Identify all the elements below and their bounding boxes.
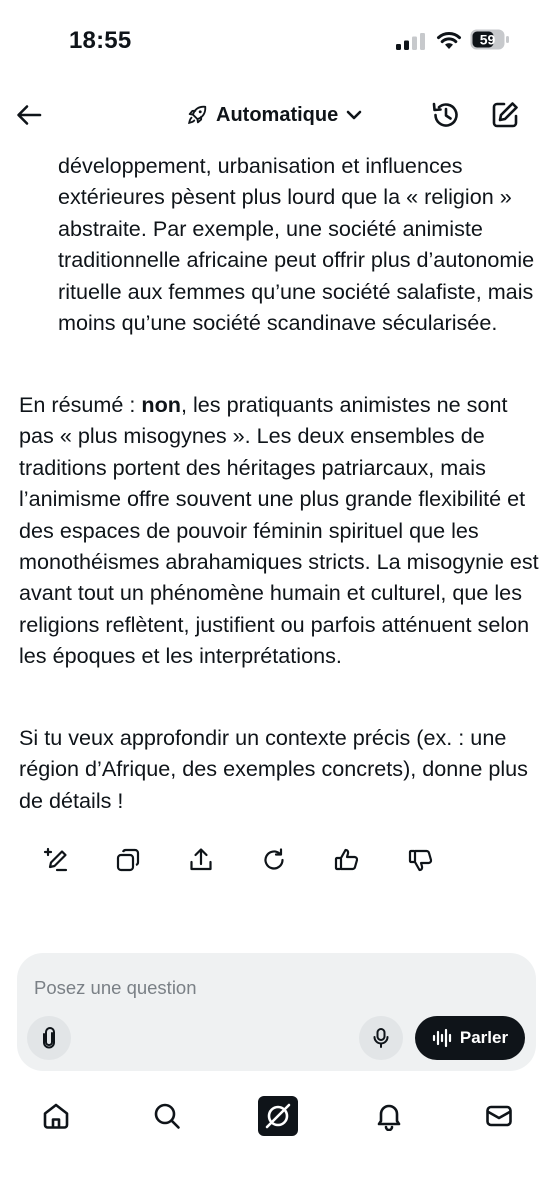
thumbs-up-button[interactable] [331,844,363,876]
summary-rest: , les pratiquants animistes ne sont pas … [19,392,539,669]
nav-home[interactable] [36,1096,76,1136]
thumbs-down-button[interactable] [405,844,437,876]
battery-icon: 59 [470,29,509,50]
paperclip-icon [43,1027,55,1049]
copy-icon [116,848,140,872]
status-bar: 18:55 59 [0,0,554,84]
nav-search[interactable] [147,1096,187,1136]
question-input[interactable] [34,973,514,1003]
back-button[interactable] [12,98,46,132]
new-chat-button[interactable] [487,97,523,133]
thumbs-up-icon [334,848,359,871]
talk-button[interactable]: Parler [415,1016,525,1060]
microphone-button[interactable] [359,1016,403,1060]
closing-paragraph: Si tu veux approfondir un contexte préci… [19,725,528,813]
summary-paragraph: En résumé : non, les pratiquants animist… [19,389,541,672]
copy-button[interactable] [112,844,144,876]
history-button[interactable] [428,97,464,133]
nav-messages[interactable] [479,1096,519,1136]
composer: Parler [17,953,536,1071]
status-time: 18:55 [69,27,132,54]
voice-waveform-icon [432,1028,451,1048]
list-item-continuation: développement, urbanisation et influence… [58,153,535,336]
microphone-icon [373,1028,389,1048]
talk-label: Parler [459,1028,509,1047]
summary-bold: non [141,392,181,417]
arrow-left-icon [17,105,42,125]
mode-label: Automatique [216,103,339,126]
chevron-down-icon [346,110,362,120]
search-icon [154,1103,180,1129]
regenerate-button[interactable] [258,844,290,876]
messages-icon [486,1105,512,1127]
share-icon [190,848,212,871]
attach-button[interactable] [27,1016,71,1060]
edit-button[interactable] [40,844,72,876]
history-icon [432,102,458,127]
summary-prefix: En résumé : [19,392,142,417]
nav-grok[interactable] [258,1096,298,1136]
battery-level: 59 [480,32,496,48]
grok-icon [265,1103,291,1129]
nav-notifications[interactable] [369,1096,409,1136]
thumbs-down-icon [408,849,433,872]
notifications-icon [377,1104,401,1131]
home-icon [43,1103,69,1129]
message-actions [0,844,554,880]
rocket-icon [188,105,207,124]
cellular-signal-icon [396,33,425,50]
edit-sparkle-icon [43,847,68,872]
bottom-navigation [0,1090,554,1150]
chat-header: Automatique [0,90,554,140]
compose-icon [492,102,518,128]
wifi-icon [437,32,461,49]
share-button[interactable] [185,844,217,876]
regenerate-icon [264,848,284,870]
mode-selector[interactable]: Automatique [186,98,362,132]
